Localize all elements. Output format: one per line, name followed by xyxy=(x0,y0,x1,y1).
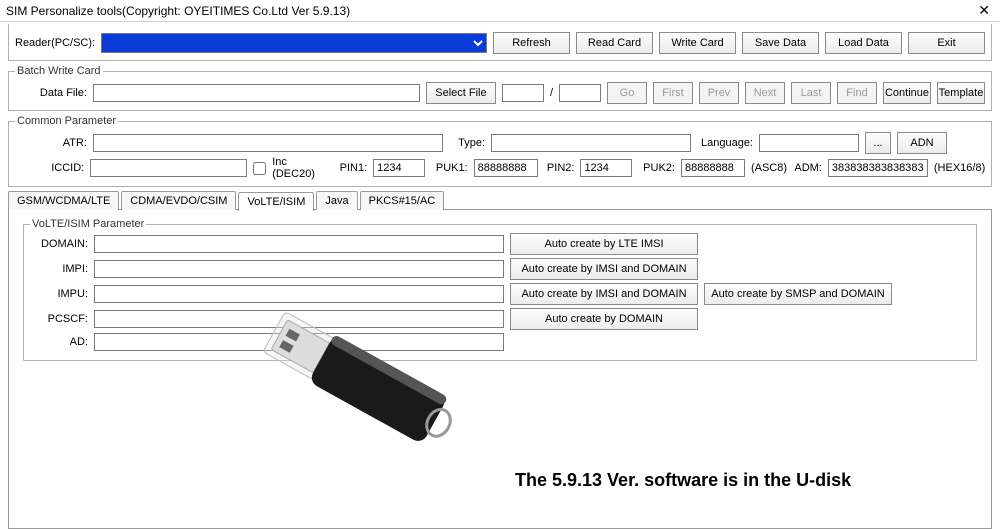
inc-checkbox[interactable] xyxy=(253,162,266,175)
common-legend: Common Parameter xyxy=(15,115,118,127)
pin2-input[interactable] xyxy=(580,159,632,177)
window-title: SIM Personalize tools(Copyright: OYEITIM… xyxy=(6,4,974,18)
pin1-input[interactable] xyxy=(373,159,425,177)
select-file-button[interactable]: Select File xyxy=(426,82,496,104)
counter-separator: / xyxy=(550,87,553,99)
domain-input[interactable] xyxy=(94,235,504,253)
impi-label: IMPI: xyxy=(30,263,88,275)
auto-imsi-domain2-button[interactable]: Auto create by IMSI and DOMAIN xyxy=(510,283,698,305)
prev-button[interactable]: Prev xyxy=(699,82,739,104)
puk1-label: PUK1: xyxy=(431,162,468,174)
batch-counter-a[interactable] xyxy=(502,84,544,102)
asc8-label: (ASC8) xyxy=(751,162,787,174)
first-button[interactable]: First xyxy=(653,82,693,104)
lang-more-button[interactable]: ... xyxy=(865,132,891,154)
iccid-label: ICCID: xyxy=(15,162,84,174)
auto-domain-button[interactable]: Auto create by DOMAIN xyxy=(510,308,698,330)
data-file-input[interactable] xyxy=(93,84,420,102)
auto-lte-button[interactable]: Auto create by LTE IMSI xyxy=(510,233,698,255)
pin1-label: PIN1: xyxy=(336,162,367,174)
iccid-input[interactable] xyxy=(90,159,247,177)
reader-select[interactable] xyxy=(101,33,487,53)
refresh-button[interactable]: Refresh xyxy=(493,32,570,54)
lang-label: Language: xyxy=(697,137,753,149)
auto-imsi-domain-button[interactable]: Auto create by IMSI and DOMAIN xyxy=(510,258,698,280)
overlay-text: The 5.9.13 Ver. software is in the U-dis… xyxy=(515,470,851,491)
tab-pkcs[interactable]: PKCS#15/AC xyxy=(360,191,445,210)
template-button[interactable]: Template xyxy=(937,82,985,104)
save-data-button[interactable]: Save Data xyxy=(742,32,819,54)
close-icon[interactable]: ✕ xyxy=(974,2,994,19)
impi-input[interactable] xyxy=(94,260,504,278)
domain-label: DOMAIN: xyxy=(30,238,88,250)
adm-label: ADM: xyxy=(793,162,822,174)
puk2-label: PUK2: xyxy=(638,162,675,174)
puk1-input[interactable] xyxy=(474,159,538,177)
type-input xyxy=(491,134,691,152)
data-file-label: Data File: xyxy=(15,87,87,99)
lang-input[interactable] xyxy=(759,134,859,152)
load-data-button[interactable]: Load Data xyxy=(825,32,902,54)
auto-smsp-button[interactable]: Auto create by SMSP and DOMAIN xyxy=(704,283,892,305)
write-card-button[interactable]: Write Card xyxy=(659,32,736,54)
continue-button[interactable]: Continue xyxy=(883,82,931,104)
atr-input xyxy=(93,134,443,152)
reader-label: Reader(PC/SC): xyxy=(15,37,95,49)
atr-label: ATR: xyxy=(15,137,87,149)
batch-legend: Batch Write Card xyxy=(15,65,103,77)
next-button[interactable]: Next xyxy=(745,82,785,104)
tab-java[interactable]: Java xyxy=(316,191,357,210)
type-label: Type: xyxy=(449,137,485,149)
last-button[interactable]: Last xyxy=(791,82,831,104)
ad-label: AD: xyxy=(30,336,88,348)
inc-label: Inc (DEC20) xyxy=(272,156,330,180)
adm-input[interactable] xyxy=(828,159,928,177)
tab-cdma[interactable]: CDMA/EVDO/CSIM xyxy=(121,191,236,210)
read-card-button[interactable]: Read Card xyxy=(576,32,653,54)
tab-volte[interactable]: VoLTE/ISIM xyxy=(238,192,314,211)
hex-label: (HEX16/8) xyxy=(934,162,985,174)
find-button[interactable]: Find xyxy=(837,82,877,104)
pin2-label: PIN2: xyxy=(544,162,575,174)
pcscf-label: PCSCF: xyxy=(30,313,88,325)
adn-button[interactable]: ADN xyxy=(897,132,947,154)
impu-label: IMPU: xyxy=(30,288,88,300)
volte-legend: VoLTE/ISIM Parameter xyxy=(30,218,146,230)
tab-gsm[interactable]: GSM/WCDMA/LTE xyxy=(8,191,119,210)
go-button[interactable]: Go xyxy=(607,82,647,104)
exit-button[interactable]: Exit xyxy=(908,32,985,54)
batch-counter-b xyxy=(559,84,601,102)
puk2-input[interactable] xyxy=(681,159,745,177)
usb-drive-icon xyxy=(235,295,485,475)
